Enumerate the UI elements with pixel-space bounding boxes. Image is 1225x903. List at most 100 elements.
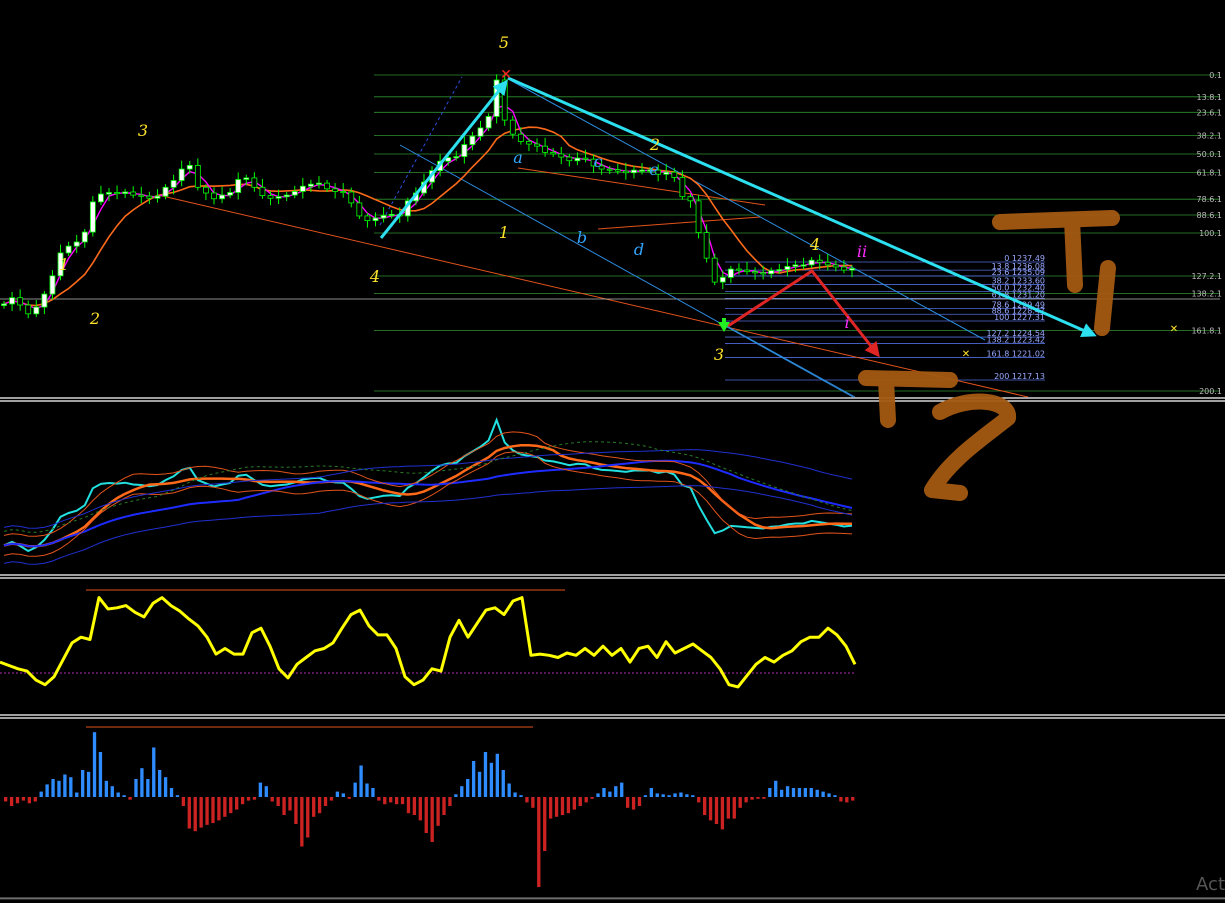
histogram-bar-negative: [442, 797, 446, 815]
histogram-bar-positive: [460, 786, 464, 797]
candle-bull: [663, 171, 670, 175]
candle-bull: [461, 144, 468, 157]
histogram-bar-positive: [104, 780, 109, 797]
histogram-bar-positive: [110, 786, 114, 797]
histogram-bar-positive: [140, 768, 144, 797]
fib-left-label: 13.8.1: [1197, 93, 1222, 102]
candle-bear: [194, 165, 201, 188]
histogram-bar-positive: [371, 788, 375, 797]
candle-bear: [364, 215, 371, 222]
histogram-bar-negative: [187, 797, 191, 829]
candle-bear: [736, 268, 742, 271]
histogram-bar-positive: [495, 753, 499, 797]
histogram-bar-negative: [845, 797, 849, 803]
histogram-bar-positive: [92, 732, 97, 797]
histogram-bar-positive: [513, 792, 517, 797]
histogram-bar-negative: [631, 797, 636, 810]
histogram-bar-positive: [466, 779, 470, 797]
wave-label-blue-a: a: [513, 148, 523, 167]
candle-bull: [162, 186, 169, 197]
histogram-bar-negative: [566, 797, 571, 814]
histogram-bar-positive: [98, 752, 103, 797]
histogram-bar-negative: [851, 797, 855, 801]
histogram-bar-negative: [181, 797, 186, 806]
candle-bear: [211, 192, 217, 200]
histogram-bar-negative: [424, 797, 428, 833]
candle-bull: [307, 183, 314, 187]
candle-bull: [227, 192, 234, 196]
candle-bull: [243, 177, 250, 180]
histogram-bar-negative: [418, 797, 422, 821]
histogram-bar-negative: [548, 797, 553, 819]
candle-bear: [824, 261, 831, 266]
fib-left-label: 78.6.1: [1197, 195, 1222, 204]
histogram-bar-negative: [377, 797, 381, 801]
candle-bull: [453, 156, 460, 159]
histogram-bar-positive: [501, 770, 505, 797]
candle-bear: [509, 119, 516, 135]
histogram-bar-negative: [205, 797, 209, 825]
histogram-bar-positive: [655, 793, 659, 797]
candle-bull: [380, 215, 387, 219]
candle-bear: [752, 271, 758, 274]
histogram-bar-positive: [158, 770, 162, 797]
fib-right-label: 200 1217.13: [994, 372, 1045, 381]
candle-bear: [542, 145, 549, 153]
candle-bear: [267, 195, 274, 199]
histogram-bar-negative: [246, 797, 251, 801]
wave-label-yellow-sub-3: 3: [714, 345, 724, 364]
histogram-bar-positive: [335, 791, 340, 797]
histogram-bar-positive: [341, 793, 345, 797]
histogram-bar-negative: [323, 797, 328, 806]
histogram-bar-negative: [282, 797, 286, 815]
histogram-bar-positive: [661, 794, 665, 797]
histogram-bar-negative: [406, 797, 411, 814]
fib-left-label: 88.6.1: [1197, 211, 1222, 220]
candle-bear: [324, 182, 330, 190]
histogram-bar-negative: [572, 797, 576, 810]
histogram-bar-negative: [288, 797, 292, 811]
histogram-bar-positive: [122, 795, 126, 797]
annotation-t1-one: [1094, 260, 1116, 336]
candle-bear: [841, 266, 847, 271]
candle-bear: [356, 202, 363, 217]
histogram-bar-negative: [750, 797, 754, 800]
histogram-bar-negative: [347, 797, 351, 799]
candle-bull: [235, 179, 242, 193]
histogram-bar-positive: [454, 794, 458, 797]
wave-label-yellow-2: 2: [89, 309, 100, 328]
histogram-bar-negative: [9, 797, 14, 806]
wave-label-magenta-ii: ii: [857, 242, 867, 261]
wave-label-magenta-i: i: [844, 313, 849, 332]
fib-right-label: 138.2 1223.42: [986, 336, 1045, 345]
candle-bear: [25, 304, 32, 315]
annotation-t1-stem: [1064, 212, 1083, 293]
peak-marker: ✕: [500, 67, 512, 83]
histogram-bar-negative: [270, 797, 274, 802]
wave-label-yellow-sub-4: 4: [809, 235, 820, 254]
histogram-bar-positive: [134, 779, 138, 797]
candle-bear: [517, 133, 524, 142]
histogram-bar-positive: [63, 774, 67, 797]
trading-chart[interactable]: 0.1 13.8.1 23.6.1 38.2.1 50.0.1 61.8.1 78.6.1 8…: [0, 0, 1225, 903]
fib-left-label: 200.1: [1199, 387, 1222, 396]
candle-bear: [558, 153, 565, 158]
histogram-bar-positive: [45, 784, 49, 797]
candle-bear: [671, 171, 678, 178]
candle-bull: [316, 182, 322, 185]
histogram-bar-negative: [708, 797, 713, 821]
candle-bear: [526, 141, 532, 145]
histogram-bar-negative: [27, 797, 32, 804]
candle-bull: [154, 195, 161, 199]
candle-bull: [186, 165, 193, 170]
fib-right-label: 161.8 1221.02: [986, 349, 1045, 358]
histogram-bar-positive: [797, 788, 802, 797]
histogram-bar-negative: [15, 797, 20, 804]
histogram-bar-positive: [353, 782, 357, 797]
annotation-t1-top: [992, 210, 1120, 230]
target-marker-1: ✕: [1170, 324, 1178, 335]
candle-bull: [283, 194, 290, 198]
histogram-bar-negative: [317, 797, 322, 814]
histogram-bar-positive: [827, 793, 831, 797]
histogram-bar-negative: [448, 797, 452, 806]
